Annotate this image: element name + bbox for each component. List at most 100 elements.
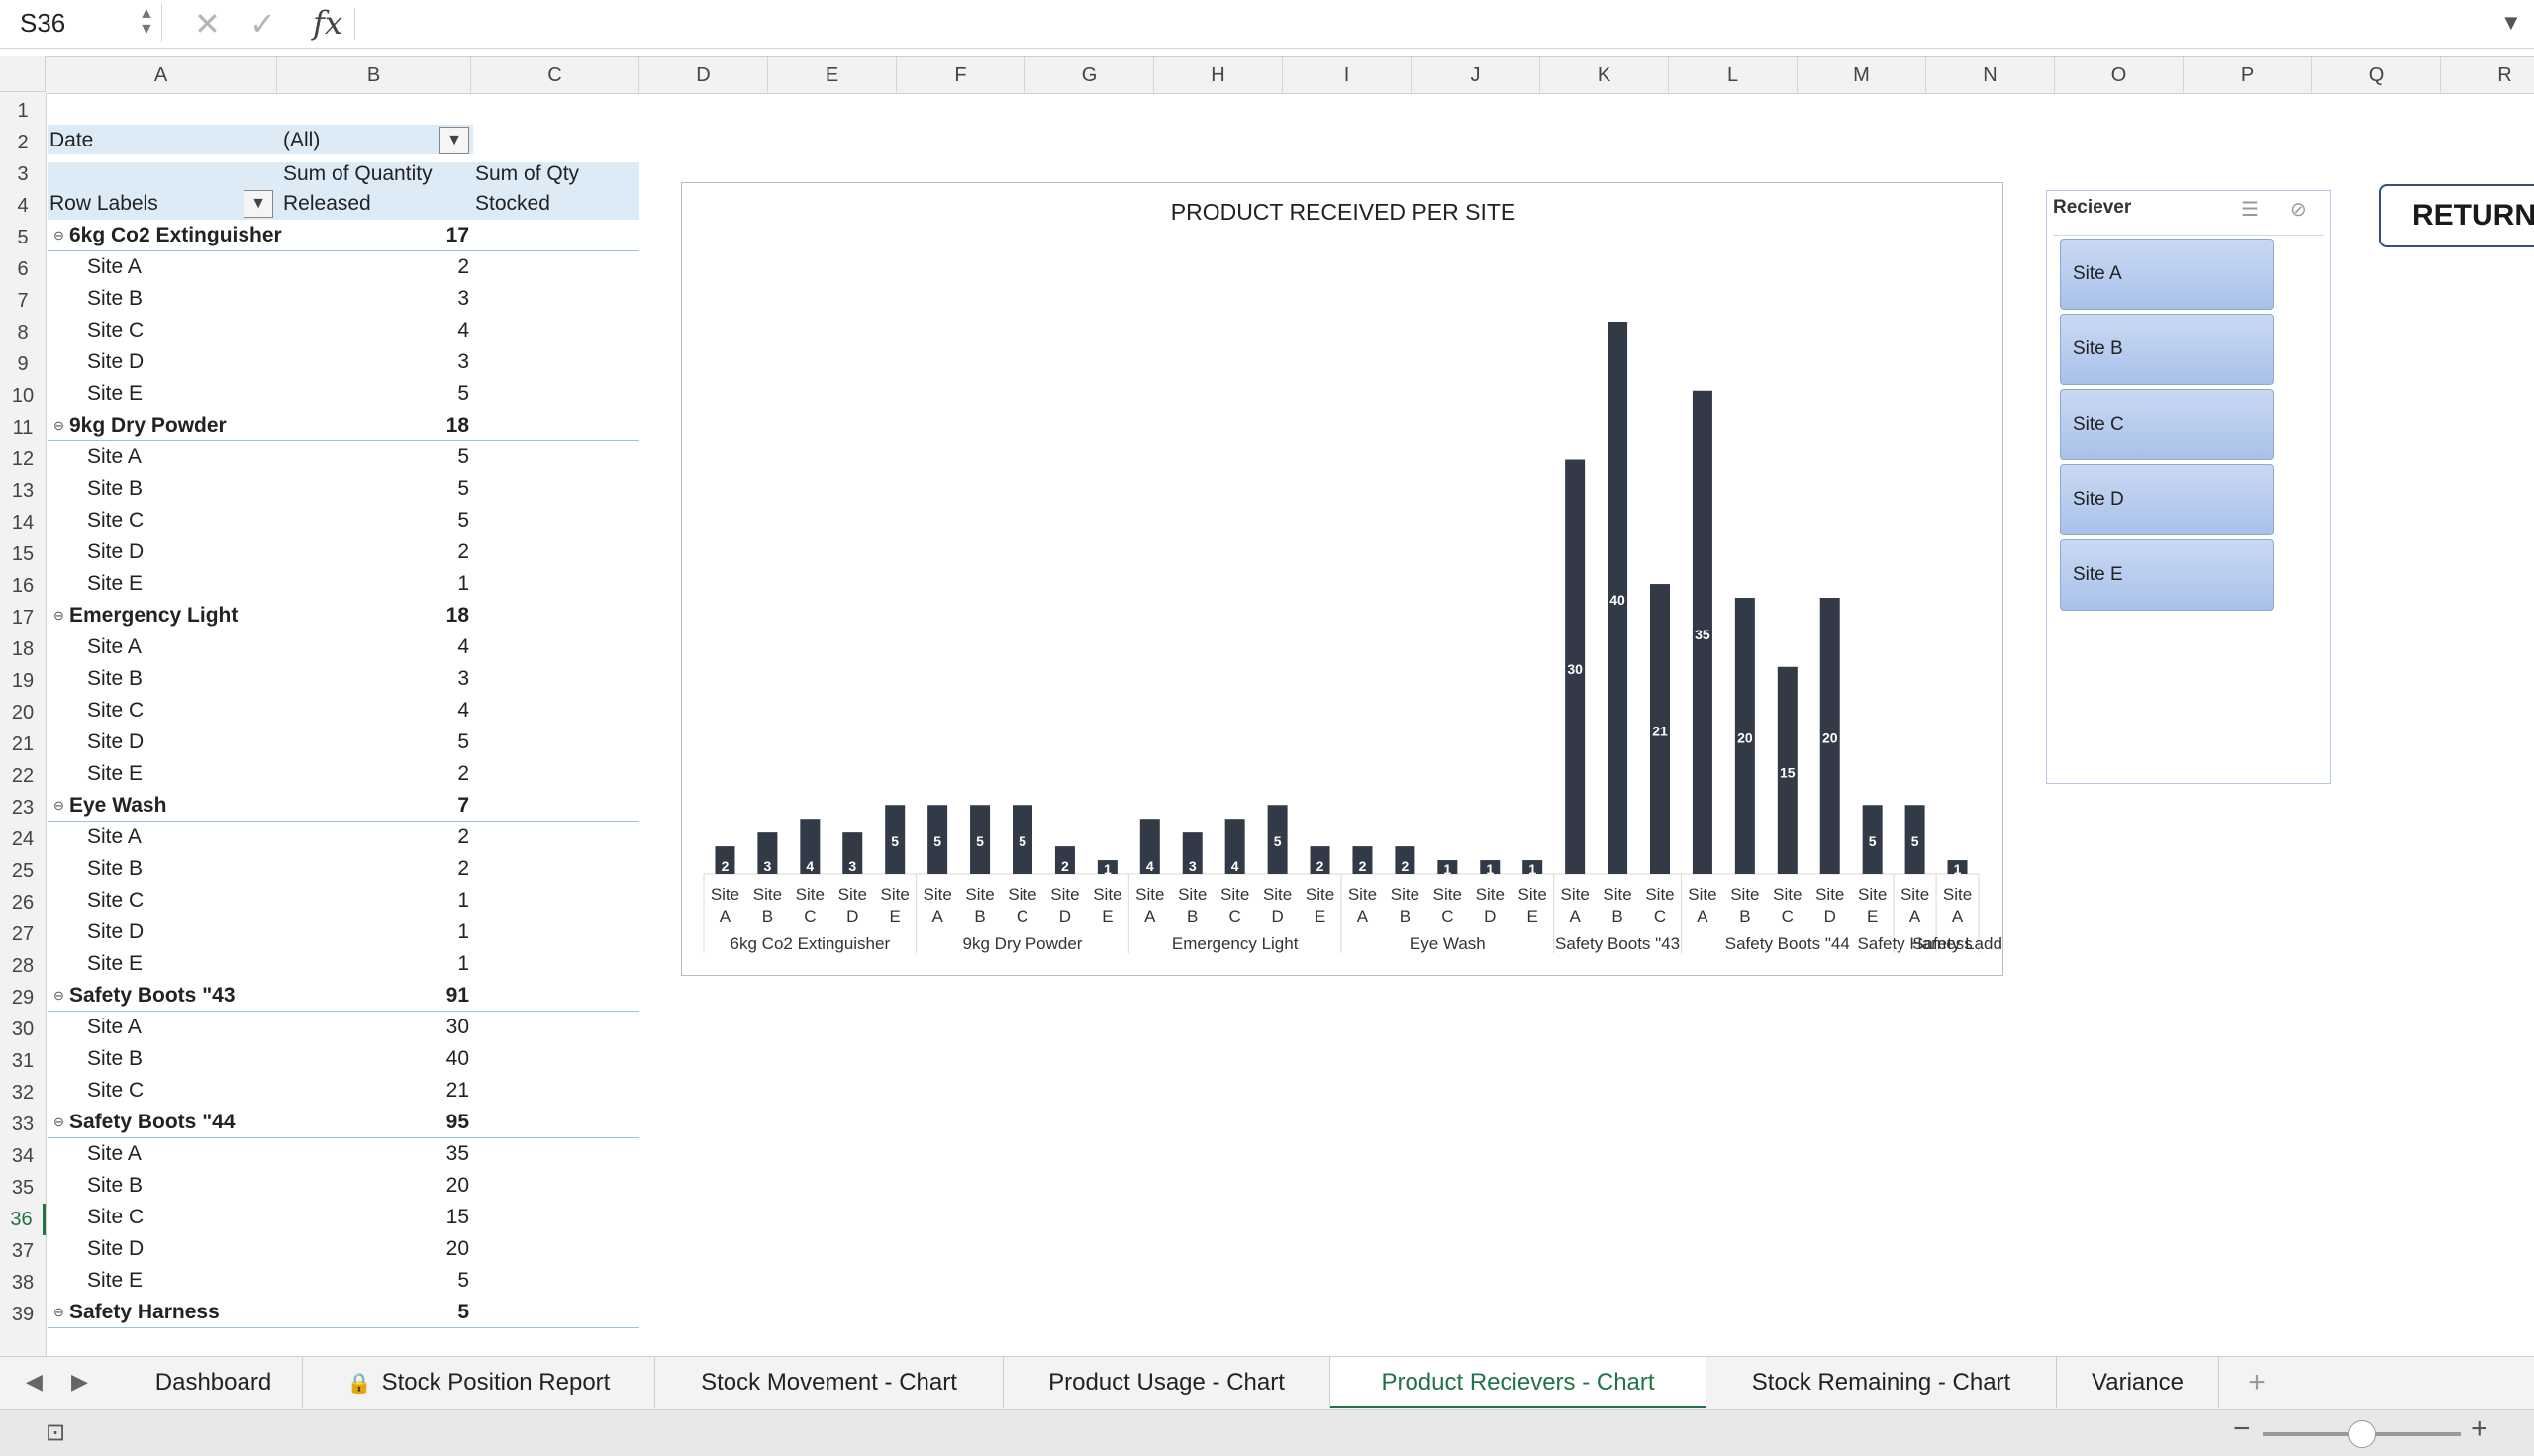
row-header-38[interactable]: 38 [0, 1267, 46, 1299]
column-header-n[interactable]: N [1926, 57, 2055, 93]
column-header-f[interactable]: F [897, 57, 1025, 93]
tab-dashboard[interactable]: Dashboard [125, 1357, 303, 1408]
slicer-item-site-e[interactable]: Site E [2060, 539, 2274, 611]
column-header-p[interactable]: P [2184, 57, 2312, 93]
row-header-17[interactable]: 17 [0, 602, 46, 633]
group-label[interactable]: 6kg Co2 Extinguisher [69, 220, 282, 251]
row-header-20[interactable]: 20 [0, 697, 46, 728]
fx-icon[interactable]: fx [313, 4, 342, 42]
multi-select-icon[interactable]: ☰ [2241, 197, 2259, 222]
row-header-29[interactable]: 29 [0, 982, 46, 1014]
clear-filter-icon[interactable]: ⊘ [2290, 197, 2307, 222]
row-header-39[interactable]: 39 [0, 1299, 46, 1330]
row-header-36[interactable]: 36 [0, 1204, 46, 1235]
row-header-1[interactable]: 1 [0, 95, 46, 127]
group-label[interactable]: Safety Harness [69, 1297, 220, 1328]
row-header-15[interactable]: 15 [0, 538, 46, 570]
return-button[interactable]: RETURN [2379, 184, 2534, 247]
column-header-o[interactable]: O [2055, 57, 2184, 93]
group-label[interactable]: 9kg Dry Powder [69, 410, 227, 441]
column-header-i[interactable]: I [1283, 57, 1412, 93]
zoom-out-icon[interactable]: − [2233, 1412, 2251, 1446]
expand-icon[interactable]: ⊖ [53, 220, 64, 251]
filter-dropdown-icon[interactable]: ▼ [439, 127, 469, 154]
group-label[interactable]: Emergency Light [69, 600, 238, 631]
filter-value[interactable]: (All) [283, 125, 320, 156]
row-header-26[interactable]: 26 [0, 887, 46, 919]
group-label[interactable]: Eye Wash [69, 790, 166, 822]
tab-scroll-right-icon[interactable]: ▶ [71, 1369, 88, 1395]
slicer-item-site-d[interactable]: Site D [2060, 464, 2274, 535]
zoom-in-icon[interactable]: + [2471, 1412, 2488, 1446]
group-label[interactable]: Safety Boots "44 [69, 1107, 236, 1138]
column-header-a[interactable]: A [46, 57, 277, 93]
column-header-l[interactable]: L [1669, 57, 1798, 93]
expand-formula-icon[interactable]: ▼ [2500, 10, 2522, 36]
row-header-34[interactable]: 34 [0, 1140, 46, 1172]
page-layout-icon[interactable]: ⊡ [46, 1418, 65, 1447]
row-header-28[interactable]: 28 [0, 950, 46, 982]
column-header-c[interactable]: C [471, 57, 639, 93]
column-header-g[interactable]: G [1025, 57, 1154, 93]
row-header-14[interactable]: 14 [0, 507, 46, 538]
row-header-16[interactable]: 16 [0, 570, 46, 602]
tab-variance[interactable]: Variance [2057, 1357, 2219, 1408]
bar-chart[interactable]: 2 Site A 3 Site B 4 Site C 3 Site D 5 Site E 6kg Co2 Ex… [681, 182, 2003, 976]
tab-product-recievers-chart[interactable]: Product Recievers - Chart [1330, 1357, 1706, 1408]
expand-icon[interactable]: ⊖ [53, 1107, 64, 1138]
expand-icon[interactable]: ⊖ [53, 1297, 64, 1328]
row-header-23[interactable]: 23 [0, 792, 46, 824]
row-header-31[interactable]: 31 [0, 1045, 46, 1077]
column-header-k[interactable]: K [1540, 57, 1669, 93]
zoom-slider-thumb[interactable] [2348, 1420, 2376, 1448]
tab-product-usage-chart[interactable]: Product Usage - Chart [1004, 1357, 1330, 1408]
select-all-corner[interactable] [0, 56, 46, 92]
group-label[interactable]: Safety Boots "43 [69, 980, 236, 1012]
row-header-33[interactable]: 33 [0, 1109, 46, 1140]
row-header-37[interactable]: 37 [0, 1235, 46, 1267]
row-header-25[interactable]: 25 [0, 855, 46, 887]
tab-scroll-left-icon[interactable]: ◀ [26, 1369, 43, 1395]
row-header-11[interactable]: 11 [0, 412, 46, 443]
column-header-r[interactable]: R [2441, 57, 2534, 93]
slicer-item-site-a[interactable]: Site A [2060, 239, 2274, 310]
row-header-27[interactable]: 27 [0, 919, 46, 950]
row-header-35[interactable]: 35 [0, 1172, 46, 1204]
row-header-6[interactable]: 6 [0, 253, 46, 285]
column-header-j[interactable]: J [1412, 57, 1540, 93]
expand-icon[interactable]: ⊖ [53, 980, 64, 1012]
row-header-18[interactable]: 18 [0, 633, 46, 665]
tab-stock-movement-chart[interactable]: Stock Movement - Chart [655, 1357, 1004, 1408]
cancel-icon[interactable]: ✕ [194, 6, 221, 42]
name-box-stepper-icon[interactable]: ▲ ▼ [139, 6, 154, 38]
row-header-9[interactable]: 9 [0, 348, 46, 380]
column-header-b[interactable]: B [277, 57, 471, 93]
column-header-d[interactable]: D [639, 57, 768, 93]
row-header-21[interactable]: 21 [0, 728, 46, 760]
add-sheet-button[interactable]: + [2219, 1357, 2294, 1408]
row-header-3[interactable]: 3 [0, 158, 46, 190]
row-header-5[interactable]: 5 [0, 222, 46, 253]
expand-icon[interactable]: ⊖ [53, 790, 64, 822]
column-header-m[interactable]: M [1798, 57, 1926, 93]
expand-icon[interactable]: ⊖ [53, 600, 64, 631]
row-labels-dropdown-icon[interactable]: ▼ [244, 190, 273, 218]
row-header-24[interactable]: 24 [0, 824, 46, 855]
receiver-slicer[interactable]: Reciever ☰ ⊘ Site A Site B Site C Site D… [2046, 190, 2331, 784]
expand-icon[interactable]: ⊖ [53, 410, 64, 441]
row-header-12[interactable]: 12 [0, 443, 46, 475]
row-header-8[interactable]: 8 [0, 317, 46, 348]
row-header-32[interactable]: 32 [0, 1077, 46, 1109]
slicer-item-site-b[interactable]: Site B [2060, 314, 2274, 385]
row-header-7[interactable]: 7 [0, 285, 46, 317]
column-header-q[interactable]: Q [2312, 57, 2441, 93]
row-header-2[interactable]: 2 [0, 127, 46, 158]
check-icon[interactable]: ✓ [249, 6, 276, 42]
slicer-item-site-c[interactable]: Site C [2060, 389, 2274, 460]
column-header-e[interactable]: E [768, 57, 897, 93]
row-header-30[interactable]: 30 [0, 1014, 46, 1045]
row-header-4[interactable]: 4 [0, 190, 46, 222]
tab-stock-position-report[interactable]: 🔒 Stock Position Report [303, 1357, 655, 1408]
column-header-h[interactable]: H [1154, 57, 1283, 93]
tab-stock-remaining-chart[interactable]: Stock Remaining - Chart [1706, 1357, 2057, 1408]
